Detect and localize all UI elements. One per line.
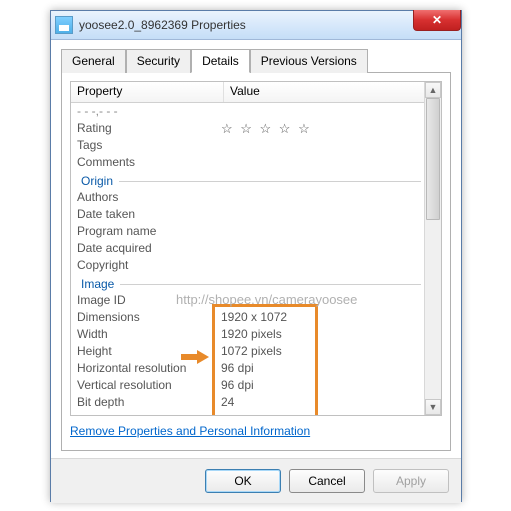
list-item[interactable]: Rating☆ ☆ ☆ ☆ ☆ <box>71 121 425 138</box>
button-bar: OK Cancel Apply <box>51 458 461 503</box>
list-item[interactable]: Dimensions1920 x 1072 <box>71 310 425 327</box>
col-value[interactable]: Value <box>224 82 441 102</box>
list-item[interactable]: Date acquired <box>71 241 425 258</box>
list-item[interactable]: Comments <box>71 155 425 172</box>
apply-button[interactable]: Apply <box>373 469 449 493</box>
col-property[interactable]: Property <box>71 82 224 102</box>
scroll-thumb[interactable] <box>426 98 440 220</box>
rating-stars: ☆ ☆ ☆ ☆ ☆ <box>221 121 425 138</box>
section-image: Image <box>71 275 425 293</box>
list-item[interactable]: Image ID <box>71 293 425 310</box>
tab-strip: General Security Details Previous Versio… <box>61 48 451 73</box>
app-icon <box>55 16 73 34</box>
list-item[interactable]: Tags <box>71 138 425 155</box>
close-icon: ✕ <box>432 13 442 27</box>
scroll-down-button[interactable]: ▼ <box>425 399 441 415</box>
list-item[interactable]: Vertical resolution96 dpi <box>71 378 425 395</box>
client-area: General Security Details Previous Versio… <box>51 40 461 458</box>
list-item[interactable]: Width1920 pixels <box>71 327 425 344</box>
scroll-up-button[interactable]: ▲ <box>425 82 441 98</box>
ok-button[interactable]: OK <box>205 469 281 493</box>
section-origin: Origin <box>71 172 425 190</box>
list-item[interactable]: Authors <box>71 190 425 207</box>
list-item[interactable]: Bit depth24 <box>71 395 425 412</box>
tab-previous-versions[interactable]: Previous Versions <box>250 49 368 73</box>
cancel-button[interactable]: Cancel <box>289 469 365 493</box>
list-item[interactable]: Program name <box>71 224 425 241</box>
properties-window: yoosee2.0_8962369 Properties ✕ General S… <box>50 10 462 502</box>
list-item[interactable]: Horizontal resolution96 dpi <box>71 361 425 378</box>
list-header: Property Value <box>71 82 441 103</box>
vertical-scrollbar[interactable]: ▲ ▼ <box>424 82 441 415</box>
titlebar[interactable]: yoosee2.0_8962369 Properties ✕ <box>51 11 461 40</box>
close-button[interactable]: ✕ <box>413 10 461 31</box>
remove-properties-link[interactable]: Remove Properties and Personal Informati… <box>70 424 310 438</box>
tab-security[interactable]: Security <box>126 49 191 73</box>
list-item[interactable]: Height1072 pixels <box>71 344 425 361</box>
list-item[interactable]: Date taken <box>71 207 425 224</box>
tab-panel: Property Value - - -,- - - Rating☆ ☆ ☆ ☆… <box>61 73 451 451</box>
list-item[interactable]: - - -,- - - <box>71 104 425 121</box>
tab-details[interactable]: Details <box>191 49 250 73</box>
list-item[interactable]: Copyright <box>71 258 425 275</box>
window-title: yoosee2.0_8962369 Properties <box>79 18 246 32</box>
list-body: - - -,- - - Rating☆ ☆ ☆ ☆ ☆ Tags Comment… <box>71 102 425 415</box>
tab-general[interactable]: General <box>61 49 126 73</box>
properties-list: Property Value - - -,- - - Rating☆ ☆ ☆ ☆… <box>70 81 442 416</box>
